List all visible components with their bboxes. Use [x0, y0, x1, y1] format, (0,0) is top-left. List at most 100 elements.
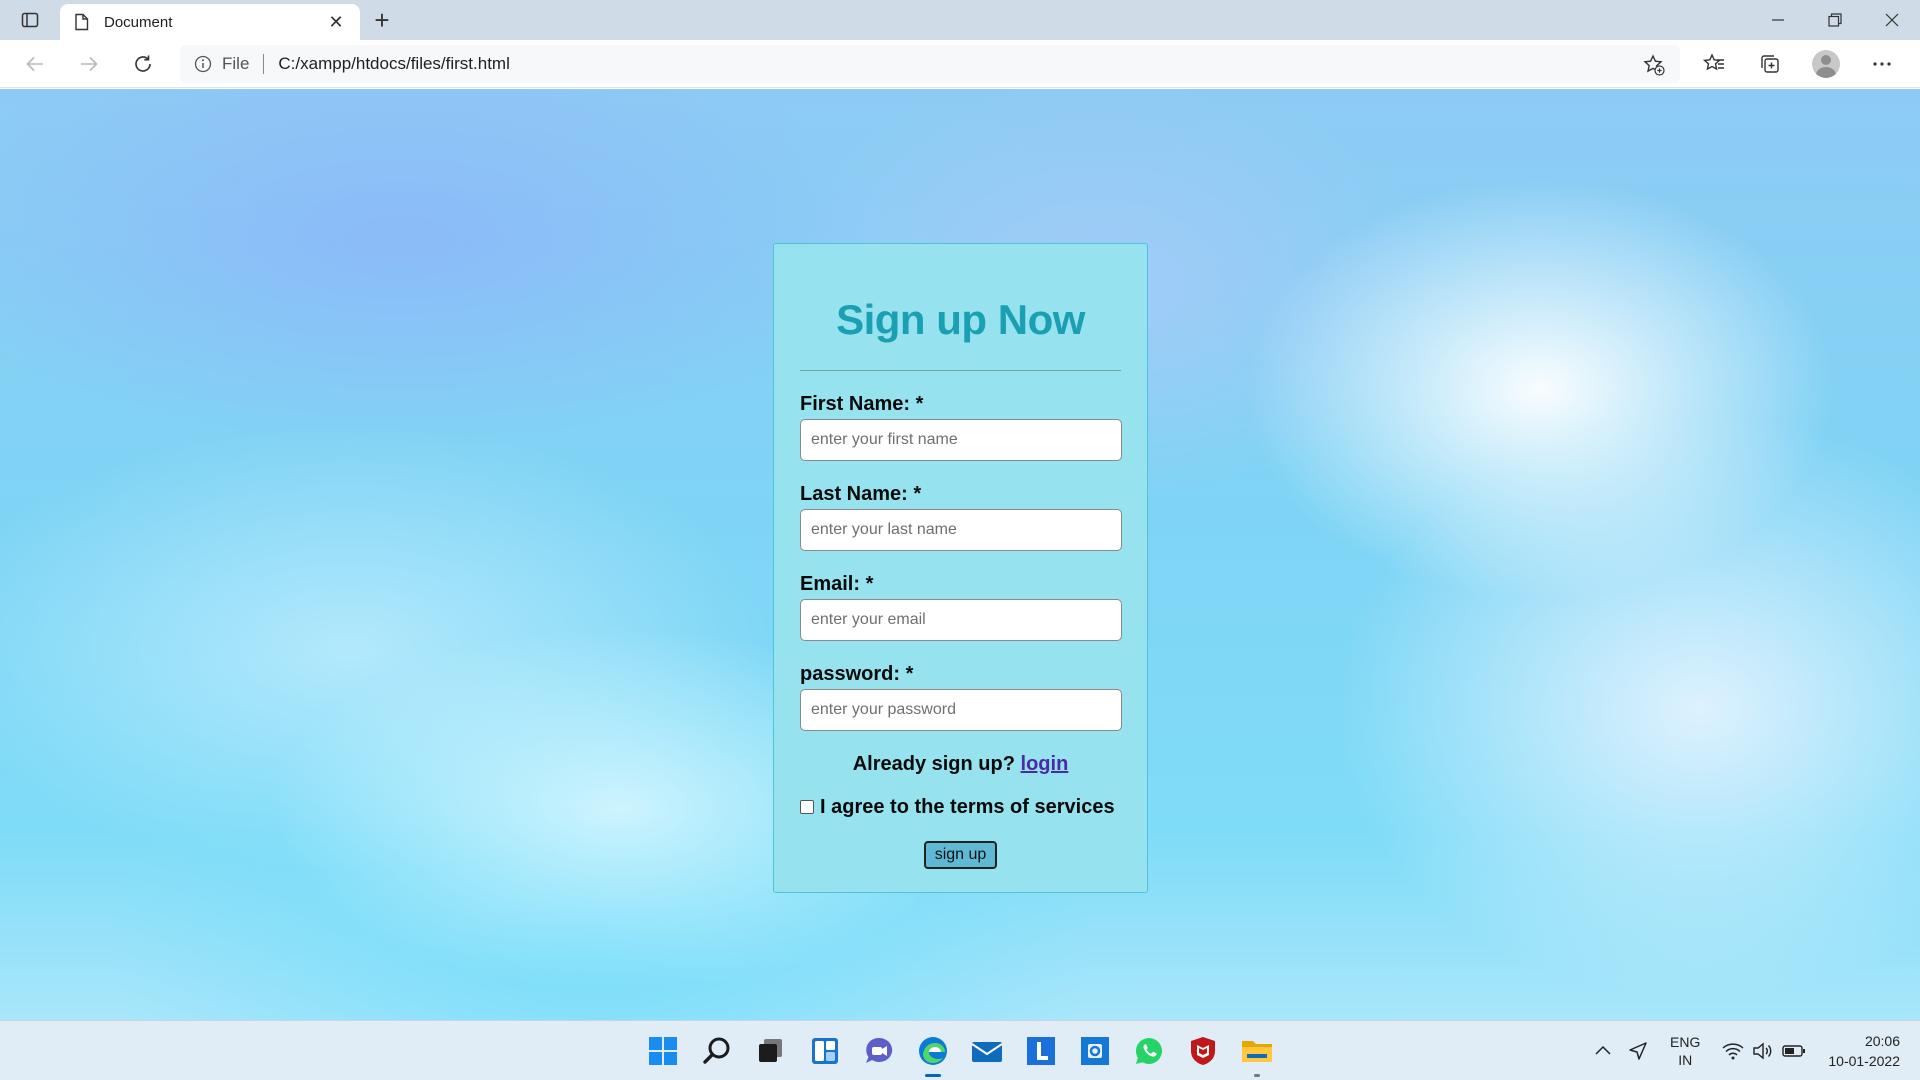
terms-checkbox[interactable]	[800, 799, 814, 814]
window-controls	[1749, 0, 1920, 40]
form-title: Sign up Now	[836, 296, 1085, 343]
mcafee-icon	[1191, 1037, 1215, 1065]
site-info-button[interactable]: File	[194, 54, 249, 74]
l-app-button[interactable]	[1014, 1021, 1068, 1080]
browser-tab[interactable]: Document ✕	[60, 4, 360, 40]
mail-icon	[971, 1042, 1003, 1062]
refresh-button[interactable]	[116, 40, 170, 88]
clock-date: 10-01-2022	[1828, 1053, 1900, 1069]
file-explorer-button[interactable]	[1230, 1021, 1284, 1080]
page-viewport: Sign up Now First Name: * Last Name: * E…	[0, 89, 1920, 1020]
teams-chat-button[interactable]	[852, 1021, 906, 1080]
edge-button[interactable]	[906, 1021, 960, 1080]
teams-chat-icon	[866, 1037, 893, 1063]
windows-taskbar: ENG IN 20:06 10-01-2022	[0, 1020, 1920, 1080]
favorites-icon	[1702, 53, 1724, 71]
new-tab-button[interactable]: +	[360, 0, 404, 40]
address-separator	[263, 54, 265, 74]
profile-avatar-icon	[1812, 50, 1840, 78]
battery-icon	[1782, 1045, 1806, 1057]
widgets-button[interactable]	[798, 1021, 852, 1080]
terms-label: I agree to the terms of services	[820, 796, 1115, 818]
region-code: IN	[1678, 1052, 1693, 1068]
search-icon	[703, 1037, 730, 1064]
minimize-button[interactable]	[1749, 0, 1806, 40]
signup-card: Sign up Now First Name: * Last Name: * E…	[773, 243, 1148, 893]
clock[interactable]: 20:06 10-01-2022	[1814, 1031, 1920, 1071]
minimize-icon	[1771, 19, 1784, 21]
password-input[interactable]	[800, 689, 1122, 731]
edge-icon	[919, 1037, 947, 1065]
signin-prompt-row: Already sign up? login	[800, 753, 1121, 776]
tab-title: Document	[104, 13, 173, 31]
first-name-input[interactable]	[800, 419, 1122, 461]
restore-button[interactable]	[1806, 0, 1863, 40]
outlook-icon	[1081, 1037, 1109, 1065]
signup-button[interactable]: sign up	[923, 841, 998, 869]
language-indicator[interactable]: ENG IN	[1656, 1033, 1714, 1069]
settings-more-button[interactable]	[1854, 40, 1910, 88]
network-volume-battery-group[interactable]	[1714, 1021, 1814, 1080]
location-button[interactable]	[1620, 1021, 1656, 1080]
tab-actions-icon	[21, 12, 39, 28]
first-name-label: First Name: *	[800, 393, 924, 415]
browser-toolbar: File C:/xampp/htdocs/files/first.html	[0, 40, 1920, 88]
file-explorer-icon	[1242, 1041, 1272, 1062]
last-name-input[interactable]	[800, 509, 1122, 551]
login-link[interactable]: login	[1021, 753, 1069, 775]
mail-button[interactable]	[960, 1021, 1014, 1080]
toolbar-right	[1686, 40, 1910, 88]
back-arrow-icon	[26, 56, 43, 71]
signin-prompt-text: Already sign up?	[852, 753, 1015, 775]
forward-arrow-icon	[81, 56, 98, 71]
last-name-label: Last Name: *	[800, 483, 922, 505]
l-app-icon	[1027, 1037, 1055, 1065]
show-hidden-icons-button[interactable]	[1586, 1021, 1620, 1080]
task-view-icon	[759, 1039, 782, 1062]
task-view-button[interactable]	[744, 1021, 798, 1080]
profile-button[interactable]	[1798, 40, 1854, 88]
more-dots-icon	[1873, 62, 1891, 66]
search-button[interactable]	[690, 1021, 744, 1080]
site-info-label: File	[222, 54, 250, 73]
chevron-up-icon	[1595, 1045, 1611, 1055]
outlook-button[interactable]	[1068, 1021, 1122, 1080]
address-bar[interactable]: File C:/xampp/htdocs/files/first.html	[180, 45, 1680, 83]
password-label: password: *	[800, 663, 914, 685]
terms-row: I agree to the terms of services	[800, 796, 1121, 819]
email-label: Email: *	[800, 573, 874, 595]
add-favorite-button[interactable]	[1642, 53, 1666, 82]
email-input[interactable]	[800, 599, 1122, 641]
back-button[interactable]	[8, 40, 62, 88]
tab-close-icon[interactable]: ✕	[326, 12, 346, 33]
close-window-button[interactable]	[1863, 0, 1920, 40]
url-text[interactable]: C:/xampp/htdocs/files/first.html	[278, 54, 509, 74]
browser-titlebar: Document ✕ +	[0, 0, 1920, 40]
add-favorite-icon	[1643, 54, 1665, 76]
taskbar-apps	[636, 1021, 1284, 1080]
widgets-icon	[812, 1038, 838, 1064]
wifi-icon	[1722, 1043, 1744, 1060]
collections-icon	[1761, 55, 1779, 73]
mcafee-button[interactable]	[1176, 1021, 1230, 1080]
whatsapp-icon	[1135, 1038, 1162, 1064]
close-icon	[1885, 13, 1898, 27]
start-button[interactable]	[636, 1021, 690, 1080]
info-icon	[194, 55, 212, 73]
title-divider	[800, 370, 1121, 371]
whatsapp-button[interactable]	[1122, 1021, 1176, 1080]
document-icon	[75, 13, 89, 31]
language-code: ENG	[1670, 1034, 1701, 1050]
system-tray: ENG IN 20:06 10-01-2022	[1586, 1021, 1920, 1080]
clock-time: 20:06	[1864, 1033, 1900, 1049]
favorites-button[interactable]	[1686, 40, 1742, 88]
refresh-icon	[135, 55, 151, 72]
collections-button[interactable]	[1742, 40, 1798, 88]
forward-button[interactable]	[62, 40, 116, 88]
tab-actions-button[interactable]	[0, 0, 60, 40]
location-arrow-icon	[1629, 1042, 1647, 1060]
submit-row: sign up	[800, 841, 1121, 869]
start-icon	[649, 1037, 677, 1065]
restore-icon	[1827, 13, 1842, 27]
volume-icon	[1753, 1042, 1772, 1060]
